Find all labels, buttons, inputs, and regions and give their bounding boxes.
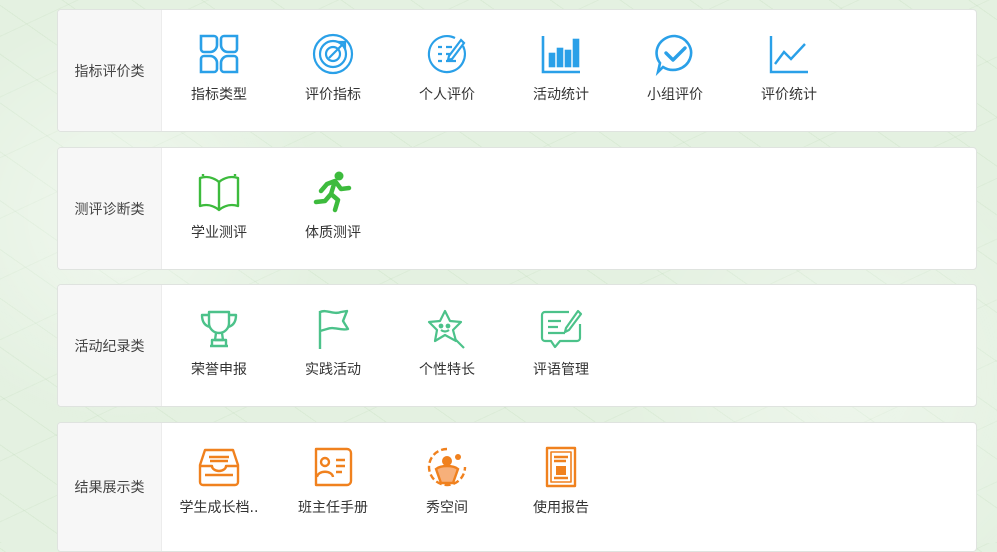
module-usage-report[interactable]: 使用报告 [504,445,618,517]
archive-tray-icon [198,448,240,487]
module-physical-assessment[interactable]: 体质测评 [276,170,390,242]
target-arrow-icon [312,33,354,75]
section-assessment-diagnosis: 测评诊断类 学业测评 体质测评 [57,147,977,270]
section-activity-records: 活动纪录类 荣誉申报 实践活动 个性特长 评语管理 [57,284,977,407]
module-class-teacher-handbook[interactable]: 班主任手册 [276,445,390,517]
module-label: 个人评价 [419,87,475,103]
module-show-space[interactable]: 秀空间 [390,445,504,517]
module-label: 指标类型 [191,87,247,103]
module-list: 学业测评 体质测评 [162,148,390,269]
module-label: 班主任手册 [298,500,368,516]
module-practice-activity[interactable]: 实践活动 [276,307,390,379]
category-label: 活动纪录类 [58,285,162,406]
module-label: 秀空间 [426,500,468,516]
teacher-handbook-icon [314,447,353,487]
chat-check-icon [655,34,693,76]
module-label: 学生成长档.. [179,500,259,516]
module-student-growth-archive[interactable]: 学生成长档.. [162,445,276,517]
show-space-icon [427,447,467,487]
module-list: 荣誉申报 实践活动 个性特长 评语管理 [162,285,618,406]
section-result-display: 结果展示类 学生成长档.. 班主任手册 秀空间 使用报告 [57,422,977,552]
module-group-evaluation[interactable]: 小组评价 [618,32,732,104]
module-label: 活动统计 [533,87,589,103]
open-book-icon [198,174,240,212]
module-personal-talent[interactable]: 个性特长 [390,307,504,379]
module-academic-assessment[interactable]: 学业测评 [162,170,276,242]
module-label: 小组评价 [647,87,703,103]
module-evaluation-indicator[interactable]: 评价指标 [276,32,390,104]
module-evaluation-stats[interactable]: 评价统计 [732,32,846,104]
module-indicator-type[interactable]: 指标类型 [162,32,276,104]
checklist-edit-icon [427,35,466,74]
line-chart-icon [769,36,808,74]
grid-blocks-icon [199,34,239,74]
category-label: 结果展示类 [58,423,162,551]
module-label: 实践活动 [305,362,361,378]
module-list: 指标类型 评价指标 个人评价 活动统计 小组评价 评价统计 [162,10,846,131]
module-personal-evaluation[interactable]: 个人评价 [390,32,504,104]
module-label: 使用报告 [533,500,589,516]
section-indicator-evaluation: 指标评价类 指标类型 评价指标 个人评价 活动统计 小组评价 评价统计 [57,9,977,132]
module-label: 评价统计 [761,87,817,103]
flag-icon [318,309,350,349]
bar-chart-icon [541,36,580,74]
trophy-icon [200,310,238,348]
star-face-icon [427,309,465,349]
module-comment-management[interactable]: 评语管理 [504,307,618,379]
module-label: 学业测评 [191,225,247,241]
module-list: 学生成长档.. 班主任手册 秀空间 使用报告 [162,423,618,551]
module-honor-application[interactable]: 荣誉申报 [162,307,276,379]
module-label: 体质测评 [305,225,361,241]
report-document-icon [545,446,577,488]
comment-edit-icon [540,309,583,349]
category-label: 指标评价类 [58,10,162,131]
module-label: 评价指标 [305,87,361,103]
module-label: 荣誉申报 [191,362,247,378]
module-activity-stats[interactable]: 活动统计 [504,32,618,104]
module-label: 个性特长 [419,362,475,378]
module-label: 评语管理 [533,362,589,378]
category-label: 测评诊断类 [58,148,162,269]
running-person-icon [313,171,352,213]
